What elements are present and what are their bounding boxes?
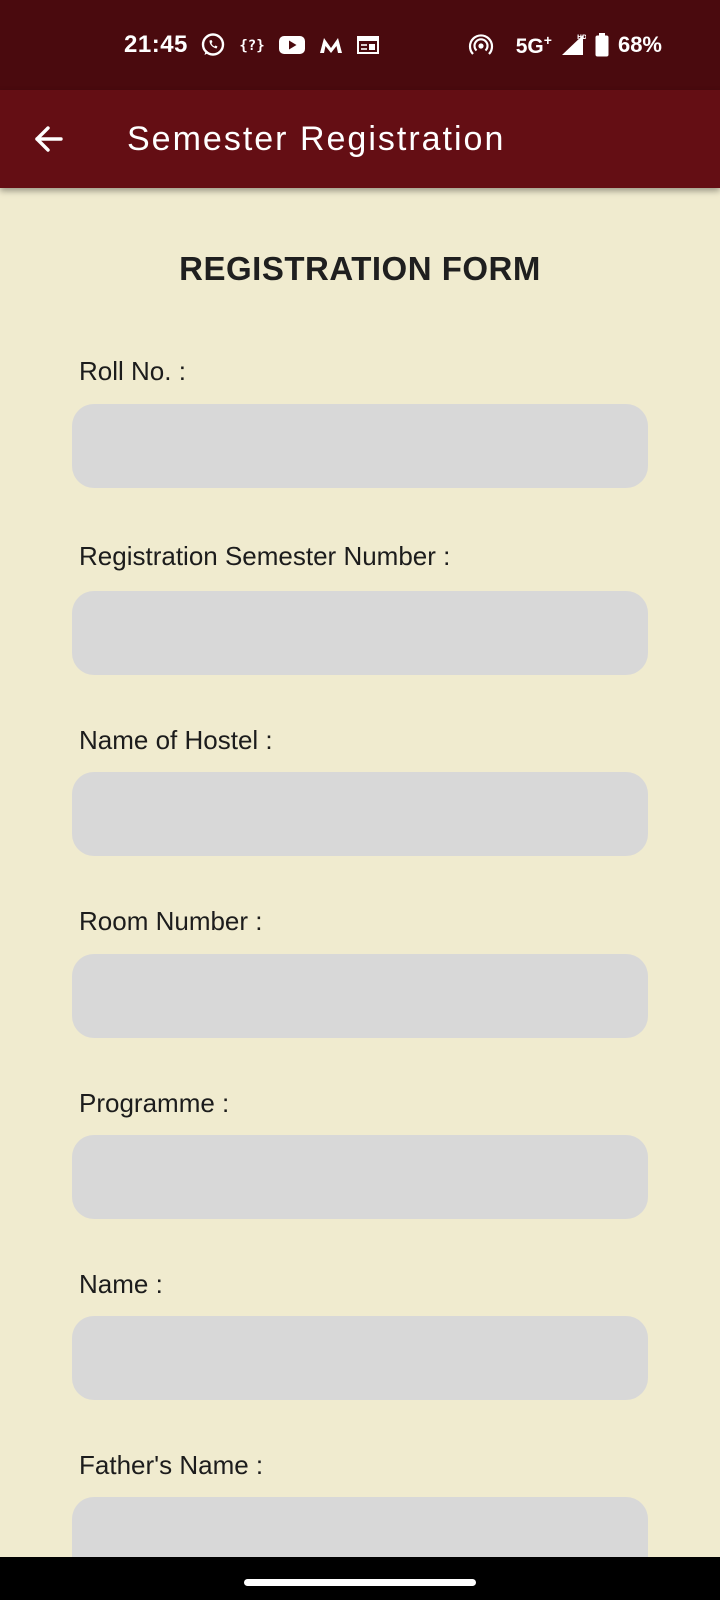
status-left-group: 21:45 {?} [124,28,380,62]
name-input[interactable] [72,1316,648,1400]
battery-icon [594,32,610,58]
status-bar: 21:45 {?} 5G+ HD 68% [0,0,720,90]
youtube-icon [278,34,306,56]
whatsapp-icon [200,32,226,58]
back-button[interactable] [22,112,76,166]
app-bar: Semester Registration [0,90,720,188]
home-indicator[interactable] [244,1579,476,1586]
fathers-name-label: Father's Name : [79,1450,264,1480]
form-title: REGISTRATION FORM [179,250,541,287]
registration-semester-number-label: Registration Semester Number : [79,541,451,571]
myntra-icon [318,34,344,56]
news-icon [356,34,380,56]
network-type-suffix: + [543,31,552,48]
unknown-app-icon: {?} [238,34,266,56]
network-type-label: 5G [515,34,544,58]
status-right-group: 5G+ HD 68% [468,28,662,62]
status-time: 21:45 [124,31,188,58]
registration-semester-number-input[interactable] [72,591,648,675]
hostel-name-label: Name of Hostel : [79,725,273,755]
signal-icon: HD [560,32,586,58]
roll-no-input[interactable] [72,404,648,488]
svg-text:{?}: {?} [239,38,264,54]
programme-input[interactable] [72,1135,648,1219]
hostel-name-input[interactable] [72,772,648,856]
roll-no-label: Roll No. : [79,356,186,386]
room-number-input[interactable] [72,954,648,1038]
room-number-label: Room Number : [79,906,263,936]
battery-percentage: 68% [617,32,662,57]
name-label: Name : [79,1269,163,1299]
programme-label: Programme : [79,1088,230,1118]
page-title: Semester Registration [127,120,506,158]
hotspot-icon [468,32,494,58]
network-type: 5G+ [516,32,552,59]
arrow-left-icon [33,123,65,155]
svg-text:HD: HD [577,34,586,41]
